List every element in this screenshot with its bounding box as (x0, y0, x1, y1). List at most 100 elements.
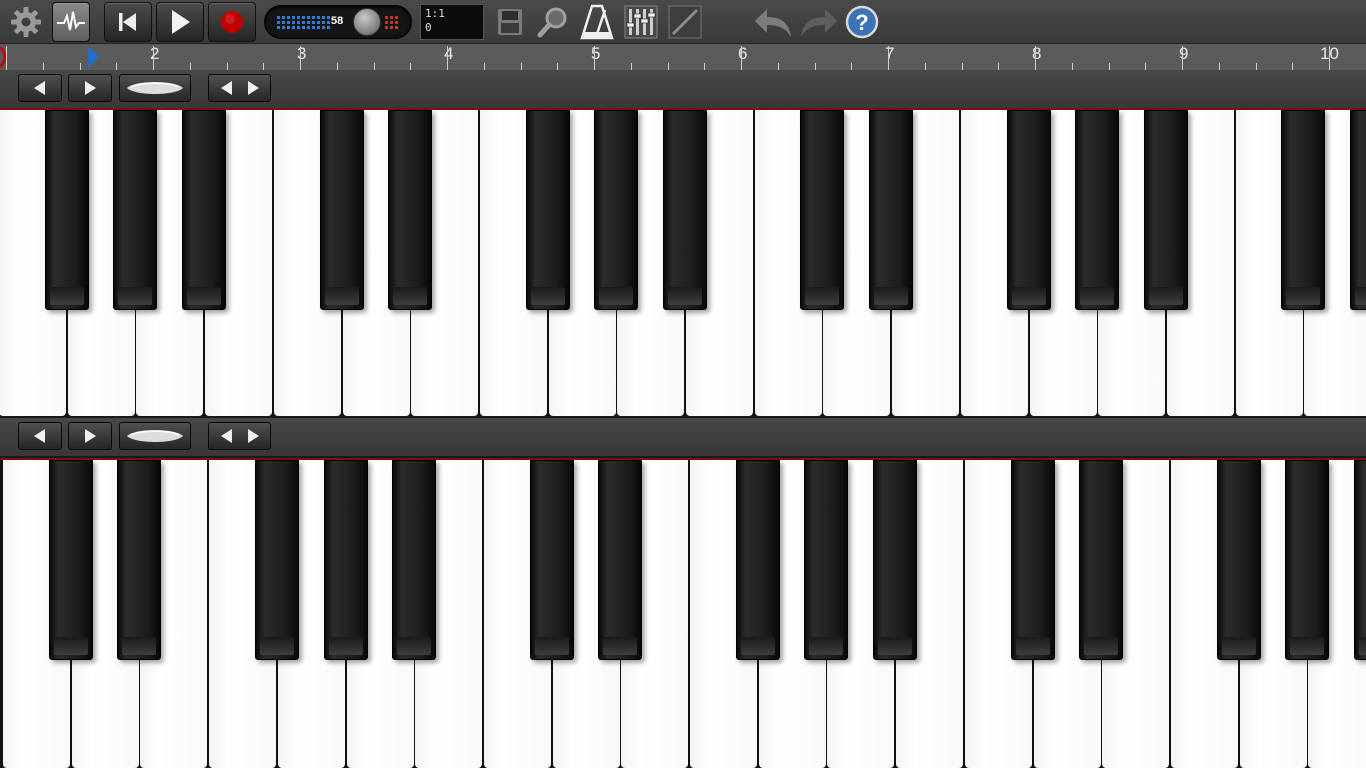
settings-button[interactable] (6, 2, 46, 42)
beat-tick (484, 63, 485, 70)
black-key[interactable] (869, 110, 913, 310)
beat-tick (1145, 63, 1146, 70)
black-key[interactable] (530, 460, 574, 660)
metronome-button[interactable] (578, 2, 616, 42)
waveform-button[interactable] (52, 2, 90, 42)
beat-tick (998, 63, 999, 70)
keyboard-scroll-slider[interactable] (119, 422, 191, 450)
black-key[interactable] (320, 110, 364, 310)
mixer-button[interactable] (622, 2, 660, 42)
black-key[interactable] (1354, 460, 1366, 660)
bar-number: 9 (1179, 44, 1189, 63)
record-icon (221, 11, 243, 33)
black-key[interactable] (736, 460, 780, 660)
key-width-button[interactable] (208, 422, 271, 450)
tempo-slider[interactable]: 58 (264, 5, 412, 39)
black-key[interactable] (1079, 460, 1123, 660)
octave-up-icon (85, 81, 96, 95)
black-key[interactable] (117, 460, 161, 660)
bar-tick (447, 46, 448, 70)
bar-number: 7 (885, 44, 895, 63)
black-key[interactable] (594, 110, 638, 310)
piano-keyboard-upper[interactable] (0, 108, 1366, 416)
keyboard-scroll-slider[interactable] (119, 74, 191, 102)
beat-tick (227, 63, 228, 70)
record-button[interactable] (208, 2, 256, 42)
black-key[interactable] (1144, 110, 1188, 310)
rewind-button[interactable] (104, 2, 152, 42)
bar-number: 8 (1032, 44, 1042, 63)
black-key[interactable] (526, 110, 570, 310)
beat-tick (1219, 63, 1220, 70)
redo-button[interactable] (798, 2, 840, 42)
slider-handle-icon (127, 430, 183, 442)
zoom-icon (537, 7, 567, 38)
beat-tick (668, 63, 669, 70)
beat-tick (778, 63, 779, 70)
skip-to-start-icon (119, 13, 136, 31)
play-button[interactable] (156, 2, 204, 42)
octave-up-button[interactable] (68, 74, 112, 102)
beat-tick (1292, 63, 1293, 70)
zoom-button[interactable] (534, 2, 572, 42)
octave-down-icon (34, 81, 45, 95)
black-key[interactable] (598, 460, 642, 660)
black-key[interactable] (388, 110, 432, 310)
pencil-icon (668, 5, 702, 39)
beat-tick (815, 63, 816, 70)
black-key[interactable] (324, 460, 368, 660)
black-key[interactable] (663, 110, 707, 310)
black-key[interactable] (804, 460, 848, 660)
octave-up-button[interactable] (68, 422, 112, 450)
tempo-value: 58 (331, 15, 344, 27)
pencil-button[interactable] (666, 2, 704, 42)
black-key[interactable] (800, 110, 844, 310)
beat-tick (521, 63, 522, 70)
help-icon: ? (845, 5, 879, 39)
tempo-knob[interactable] (353, 8, 381, 36)
octave-down-icon (34, 429, 45, 443)
key-width-button[interactable] (208, 74, 271, 102)
beat-tick (704, 63, 705, 70)
save-button[interactable] (492, 2, 528, 42)
undo-button[interactable] (752, 2, 794, 42)
black-key[interactable] (1217, 460, 1261, 660)
bar-tick (153, 46, 154, 70)
bar-tick (888, 46, 889, 70)
loop-start-marker-icon[interactable] (0, 44, 14, 70)
octave-down-button[interactable] (18, 422, 62, 450)
black-key[interactable] (1285, 460, 1329, 660)
save-icon (498, 9, 522, 35)
beat-tick (925, 63, 926, 70)
bar-number: 2 (150, 44, 160, 63)
beat-tick (116, 63, 117, 70)
piano-keyboard-lower[interactable] (0, 458, 1366, 768)
bar-number: 3 (297, 44, 307, 63)
beat-tick (263, 63, 264, 70)
black-key[interactable] (113, 110, 157, 310)
black-key[interactable] (392, 460, 436, 660)
black-key[interactable] (873, 460, 917, 660)
main-toolbar: 58 1:1 0 ? (0, 0, 1366, 44)
beat-tick (1256, 63, 1257, 70)
timeline-ruler[interactable]: 2 3 4 5 6 7 8 9 10 (0, 44, 1366, 70)
playhead-icon[interactable] (86, 46, 100, 68)
octave-down-button[interactable] (18, 74, 62, 102)
position-display: 1:1 0 (420, 4, 484, 40)
octave-up-icon (85, 429, 96, 443)
black-key[interactable] (1075, 110, 1119, 310)
beat-tick (557, 63, 558, 70)
black-key[interactable] (1011, 460, 1055, 660)
black-key[interactable] (1281, 110, 1325, 310)
waveform-icon (57, 11, 85, 31)
help-label: ? (855, 10, 868, 35)
black-key[interactable] (182, 110, 226, 310)
beat-tick (374, 63, 375, 70)
piano-app: 58 1:1 0 ? 2 3 4 5 6 7 8 9 (0, 0, 1366, 768)
black-key[interactable] (49, 460, 93, 660)
black-key[interactable] (255, 460, 299, 660)
black-key[interactable] (1350, 110, 1366, 310)
black-key[interactable] (45, 110, 89, 310)
help-button[interactable]: ? (844, 2, 880, 42)
black-key[interactable] (1007, 110, 1051, 310)
